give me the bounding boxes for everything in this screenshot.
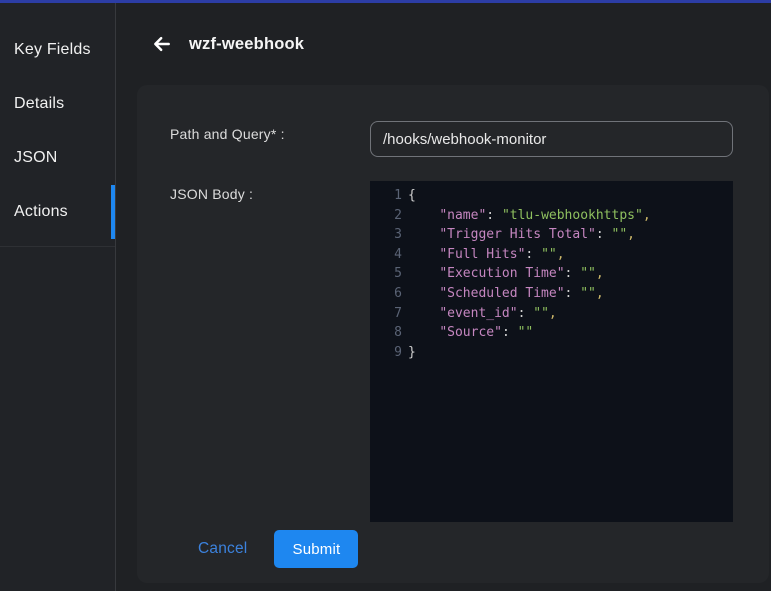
line-number: 5 (370, 264, 402, 284)
button-row: Cancel Submit (188, 530, 769, 568)
editor-line: 2 "name": "tlu-webhookhttps", (370, 206, 733, 226)
editor-line: 8 "Source": "" (370, 323, 733, 343)
sidebar-item-label: Actions (14, 203, 68, 221)
page-header: wzf-weebhook (137, 3, 769, 85)
cancel-button[interactable]: Cancel (188, 532, 257, 566)
sidebar-item-json[interactable]: JSON (0, 131, 115, 185)
arrow-left-icon (152, 34, 172, 54)
line-code: "Scheduled Time": "", (408, 284, 604, 304)
line-code: } (408, 343, 416, 363)
editor-line: 7 "event_id": "", (370, 304, 733, 324)
form-card: Path and Query* : JSON Body : 1{2 "name"… (137, 85, 769, 583)
line-number: 1 (370, 186, 402, 206)
sidebar-item-label: Details (14, 95, 64, 113)
line-number: 2 (370, 206, 402, 226)
editor-line: 5 "Execution Time": "", (370, 264, 733, 284)
line-number: 7 (370, 304, 402, 324)
sidebar-divider (0, 246, 115, 247)
sidebar-item-label: Key Fields (14, 41, 91, 59)
editor-line: 9} (370, 343, 733, 363)
line-code: { (408, 186, 416, 206)
app-root: Key Fields Details JSON Actions wzf-weebhoo… (0, 3, 771, 591)
line-code: "name": "tlu-webhookhttps", (408, 206, 651, 226)
line-number: 8 (370, 323, 402, 343)
editor-line: 1{ (370, 186, 733, 206)
page-title: wzf-weebhook (189, 35, 304, 54)
sidebar-item-label: JSON (14, 149, 57, 167)
back-button[interactable] (150, 32, 174, 56)
path-query-input[interactable] (370, 121, 733, 157)
line-number: 6 (370, 284, 402, 304)
json-editor[interactable]: 1{2 "name": "tlu-webhookhttps",3 "Trigge… (370, 181, 733, 522)
editor-line: 3 "Trigger Hits Total": "", (370, 225, 733, 245)
json-body-label: JSON Body : (170, 181, 370, 202)
sidebar-item-actions[interactable]: Actions (0, 185, 115, 239)
sidebar-nav: Key Fields Details JSON Actions (0, 3, 115, 239)
line-code: "event_id": "", (408, 304, 557, 324)
line-code: "Source": "" (408, 323, 533, 343)
path-query-row: Path and Query* : (170, 121, 769, 157)
json-body-row: JSON Body : 1{2 "name": "tlu-webhookhttp… (170, 181, 769, 522)
main-area: wzf-weebhook Path and Query* : JSON Body… (116, 3, 771, 591)
line-number: 9 (370, 343, 402, 363)
editor-line: 6 "Scheduled Time": "", (370, 284, 733, 304)
sidebar-item-details[interactable]: Details (0, 77, 115, 131)
sidebar: Key Fields Details JSON Actions (0, 3, 116, 591)
editor-line: 4 "Full Hits": "", (370, 245, 733, 265)
path-query-label: Path and Query* : (170, 121, 370, 142)
submit-button[interactable]: Submit (274, 530, 358, 568)
line-code: "Full Hits": "", (408, 245, 565, 265)
line-number: 4 (370, 245, 402, 265)
line-code: "Execution Time": "", (408, 264, 604, 284)
sidebar-item-key-fields[interactable]: Key Fields (0, 23, 115, 77)
line-code: "Trigger Hits Total": "", (408, 225, 635, 245)
line-number: 3 (370, 225, 402, 245)
